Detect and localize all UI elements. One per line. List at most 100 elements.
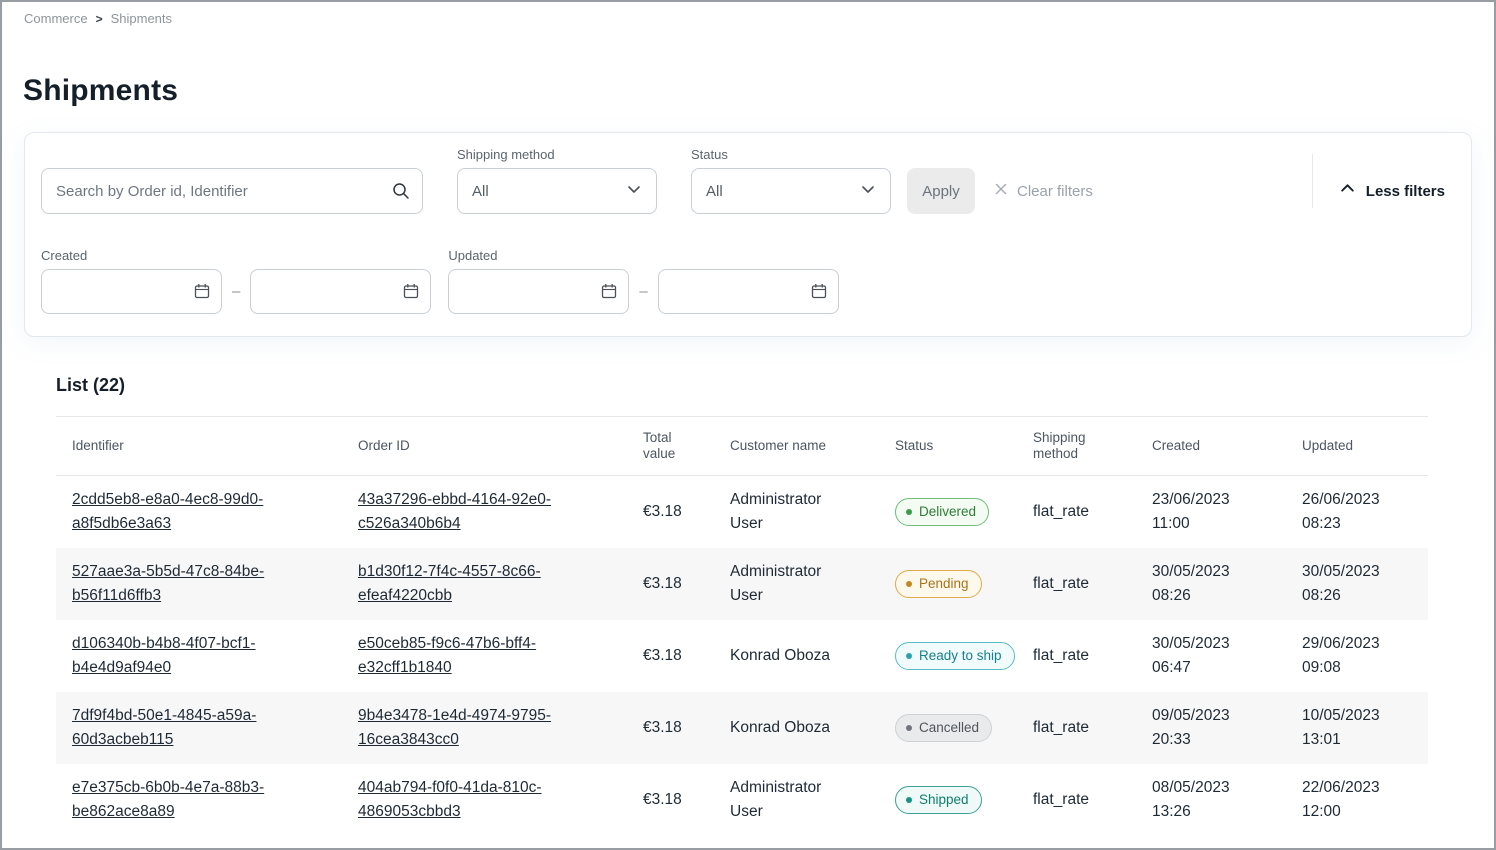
customer-name: Administrator User bbox=[730, 488, 842, 536]
identifier-link[interactable]: d106340b-b4b8-4f07-bcf1-b4e4d9af94e0 bbox=[72, 635, 256, 676]
chevron-down-icon bbox=[860, 181, 876, 202]
range-separator: – bbox=[232, 283, 240, 300]
search-icon bbox=[391, 181, 411, 206]
chevron-up-icon bbox=[1339, 180, 1356, 202]
less-filters-button[interactable]: Less filters bbox=[1339, 168, 1445, 214]
breadcrumb-separator-icon: > bbox=[96, 12, 103, 26]
updated-range-field: Updated – bbox=[448, 248, 838, 314]
status-badge: Pending bbox=[895, 570, 982, 598]
table-row: d106340b-b4b8-4f07-bcf1-b4e4d9af94e0 e50… bbox=[56, 620, 1428, 692]
updated-to-box bbox=[658, 269, 839, 314]
shipments-table: Identifier Order ID Total value Customer… bbox=[56, 416, 1428, 836]
calendar-icon[interactable] bbox=[402, 282, 420, 305]
identifier-link[interactable]: e7e375cb-6b0b-4e7a-88b3-be862ace8a89 bbox=[72, 779, 264, 820]
less-filters-label: Less filters bbox=[1366, 183, 1445, 200]
status-dot-icon bbox=[906, 725, 912, 731]
customer-name: Konrad Oboza bbox=[730, 644, 830, 668]
status-badge: Cancelled bbox=[895, 714, 992, 742]
customer-name: Administrator User bbox=[730, 776, 842, 824]
status-field: Status All bbox=[691, 147, 891, 214]
calendar-icon[interactable] bbox=[810, 282, 828, 305]
total-value: €3.18 bbox=[643, 644, 730, 668]
status-badge: Delivered bbox=[895, 498, 989, 526]
status-dot-icon bbox=[906, 653, 912, 659]
col-status: Status bbox=[895, 438, 1033, 454]
calendar-icon[interactable] bbox=[600, 282, 618, 305]
updated-from-box bbox=[448, 269, 629, 314]
created-at: 08/05/2023 13:26 bbox=[1152, 776, 1244, 824]
order-id-link[interactable]: 9b4e3478-1e4d-4974-9795-16cea3843cc0 bbox=[358, 707, 551, 748]
updated-at: 29/06/2023 09:08 bbox=[1302, 632, 1394, 680]
filters-row-main: Shipping method All Status All Apply bbox=[25, 133, 1471, 214]
created-to-box bbox=[250, 269, 431, 314]
shipping-method: flat_rate bbox=[1033, 644, 1152, 668]
shipments-page: Commerce > Shipments Shipments Shipping … bbox=[0, 0, 1496, 850]
table-row: 2cdd5eb8-e8a0-4ec8-99d0-a8f5db6e3a63 43a… bbox=[56, 476, 1428, 548]
shipping-method-field: Shipping method All bbox=[457, 147, 657, 214]
identifier-link[interactable]: 527aae3a-5b5d-47c8-84be-b56f11d6ffb3 bbox=[72, 563, 264, 604]
updated-at: 10/05/2023 13:01 bbox=[1302, 704, 1394, 752]
shipping-method-value: All bbox=[472, 183, 489, 200]
identifier-link[interactable]: 7df9f4bd-50e1-4845-a59a-60d3acbeb115 bbox=[72, 707, 256, 748]
list-title: List (22) bbox=[56, 375, 1428, 396]
list-section: List (22) Identifier Order ID Total valu… bbox=[56, 375, 1428, 836]
close-icon bbox=[993, 181, 1009, 201]
page-title: Shipments bbox=[23, 74, 1494, 108]
chevron-down-icon bbox=[626, 181, 642, 202]
search-input[interactable] bbox=[41, 168, 423, 214]
col-identifier: Identifier bbox=[72, 438, 358, 454]
col-customer-name: Customer name bbox=[730, 438, 895, 454]
order-id-link[interactable]: b1d30f12-7f4c-4557-8c66-efeaf4220cbb bbox=[358, 563, 541, 604]
col-updated: Updated bbox=[1302, 438, 1428, 454]
shipping-method-label: Shipping method bbox=[457, 147, 657, 162]
order-id-link[interactable]: 404ab794-f0f0-41da-810c-4869053cbbd3 bbox=[358, 779, 542, 820]
col-order-id: Order ID bbox=[358, 438, 643, 454]
vertical-divider bbox=[1312, 154, 1313, 208]
created-at: 09/05/2023 20:33 bbox=[1152, 704, 1244, 752]
status-badge: Ready to ship bbox=[895, 642, 1015, 670]
created-at: 30/05/2023 08:26 bbox=[1152, 560, 1244, 608]
identifier-link[interactable]: 2cdd5eb8-e8a0-4ec8-99d0-a8f5db6e3a63 bbox=[72, 491, 263, 532]
shipping-method: flat_rate bbox=[1033, 716, 1152, 740]
shipping-method: flat_rate bbox=[1033, 572, 1152, 596]
calendar-icon[interactable] bbox=[193, 282, 211, 305]
breadcrumb: Commerce > Shipments bbox=[2, 2, 1494, 26]
customer-name: Administrator User bbox=[730, 560, 842, 608]
shipping-method-select[interactable]: All bbox=[457, 168, 657, 214]
shipping-method: flat_rate bbox=[1033, 788, 1152, 812]
filters-row-dates: Created – bbox=[25, 214, 1471, 336]
col-created: Created bbox=[1152, 438, 1302, 454]
status-dot-icon bbox=[906, 797, 912, 803]
status-select[interactable]: All bbox=[691, 168, 891, 214]
col-total-value: Total value bbox=[643, 430, 707, 462]
status-dot-icon bbox=[906, 509, 912, 515]
order-id-link[interactable]: e50ceb85-f9c6-47b6-bff4-e32cff1b1840 bbox=[358, 635, 536, 676]
status-badge: Shipped bbox=[895, 786, 982, 814]
created-from-box bbox=[41, 269, 222, 314]
updated-at: 26/06/2023 08:23 bbox=[1302, 488, 1394, 536]
shipping-method: flat_rate bbox=[1033, 500, 1152, 524]
apply-button[interactable]: Apply bbox=[907, 168, 975, 214]
total-value: €3.18 bbox=[643, 500, 730, 524]
updated-at: 30/05/2023 08:26 bbox=[1302, 560, 1394, 608]
total-value: €3.18 bbox=[643, 572, 730, 596]
col-shipping-method: Shipping method bbox=[1033, 430, 1097, 462]
customer-name: Konrad Oboza bbox=[730, 716, 830, 740]
filters-panel: Shipping method All Status All Apply bbox=[24, 132, 1472, 337]
clear-filters-button[interactable]: Clear filters bbox=[993, 168, 1093, 214]
created-at: 23/06/2023 11:00 bbox=[1152, 488, 1244, 536]
clear-filters-label: Clear filters bbox=[1017, 183, 1093, 200]
created-at: 30/05/2023 06:47 bbox=[1152, 632, 1244, 680]
table-row: e7e375cb-6b0b-4e7a-88b3-be862ace8a89 404… bbox=[56, 764, 1428, 836]
total-value: €3.18 bbox=[643, 716, 730, 740]
status-dot-icon bbox=[906, 581, 912, 587]
status-value: All bbox=[706, 183, 723, 200]
table-row: 527aae3a-5b5d-47c8-84be-b56f11d6ffb3 b1d… bbox=[56, 548, 1428, 620]
order-id-link[interactable]: 43a37296-ebbd-4164-92e0-c526a340b6b4 bbox=[358, 491, 551, 532]
breadcrumb-shipments[interactable]: Shipments bbox=[111, 11, 172, 26]
breadcrumb-commerce[interactable]: Commerce bbox=[24, 11, 88, 26]
total-value: €3.18 bbox=[643, 788, 730, 812]
table-row: 7df9f4bd-50e1-4845-a59a-60d3acbeb115 9b4… bbox=[56, 692, 1428, 764]
created-range-field: Created – bbox=[41, 248, 431, 314]
updated-label: Updated bbox=[448, 248, 838, 263]
